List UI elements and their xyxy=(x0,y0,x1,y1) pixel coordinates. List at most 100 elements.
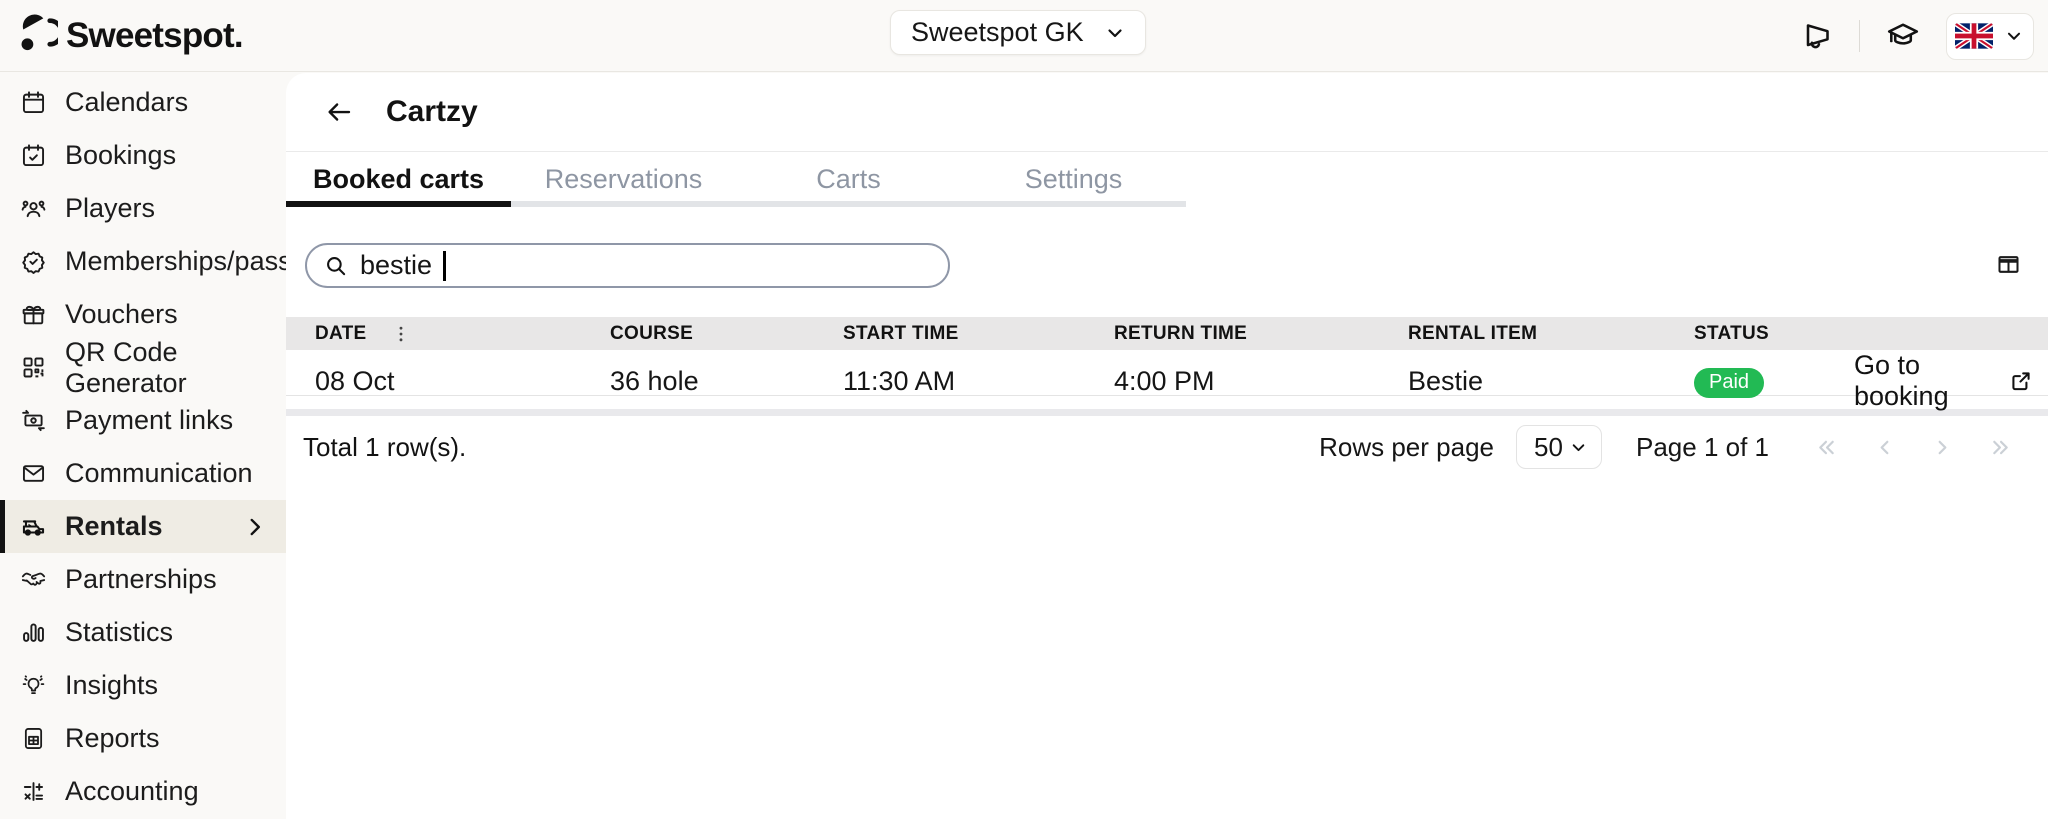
total-rows-text: Total 1 row(s). xyxy=(303,432,466,463)
chevrons-left-icon xyxy=(1813,434,1840,461)
tab-carts[interactable]: Carts xyxy=(736,152,961,207)
badge-check-icon xyxy=(20,248,47,275)
sidebar-item-label: Bookings xyxy=(65,140,176,171)
sidebar-item-vouchers[interactable]: Vouchers xyxy=(0,288,286,341)
first-page-button[interactable] xyxy=(1813,434,1840,461)
view-columns-button[interactable] xyxy=(1995,251,2022,278)
last-page-button[interactable] xyxy=(1987,434,2014,461)
bar-chart-icon xyxy=(20,619,47,646)
column-header-start-time: START TIME xyxy=(843,323,1114,345)
cell-date: 08 Oct xyxy=(286,366,610,397)
search-icon xyxy=(323,253,349,279)
chevrons-right-icon xyxy=(1987,434,2014,461)
tab-settings[interactable]: Settings xyxy=(961,152,1186,207)
page-info-text: Page 1 of 1 xyxy=(1636,432,1769,463)
sidebar-item-rentals[interactable]: Rentals xyxy=(0,500,286,553)
sidebar: Calendars Bookings Players Memberships/p… xyxy=(0,73,286,819)
rows-per-page-label: Rows per page xyxy=(1319,432,1494,463)
text-cursor xyxy=(443,251,446,281)
sidebar-item-label: Partnerships xyxy=(65,564,217,595)
sweetspot-logo[interactable]: Sweetspot. xyxy=(18,13,243,59)
sidebar-item-insights[interactable]: Insights xyxy=(0,659,286,712)
sidebar-item-reports[interactable]: Reports xyxy=(0,712,286,765)
sidebar-item-players[interactable]: Players xyxy=(0,182,286,235)
math-ops-icon xyxy=(20,778,47,805)
academy-cap-icon xyxy=(1884,18,1922,54)
search-row: bestie xyxy=(286,207,2048,317)
sidebar-item-label: QR Code Generator xyxy=(65,337,268,399)
envelope-icon xyxy=(20,460,47,487)
sidebar-item-label: Calendars xyxy=(65,87,188,118)
sidebar-item-label: Insights xyxy=(65,670,158,701)
sidebar-item-payment-links[interactable]: Payment links xyxy=(0,394,286,447)
table-row[interactable]: 08 Oct 36 hole 11:30 AM 4:00 PM Bestie P… xyxy=(286,350,2048,396)
announcements-button[interactable] xyxy=(1799,18,1835,54)
tab-bar: Booked carts Reservations Carts Settings xyxy=(286,152,2048,207)
sidebar-item-label: Players xyxy=(65,193,155,224)
chevron-left-icon xyxy=(1871,434,1898,461)
table-footer: Total 1 row(s). Rows per page 50 Page 1 … xyxy=(286,418,2048,476)
logo-text: Sweetspot. xyxy=(66,16,243,56)
column-header-return-time: RETURN TIME xyxy=(1114,323,1408,345)
sidebar-item-bookings[interactable]: Bookings xyxy=(0,129,286,182)
report-doc-icon xyxy=(20,725,47,752)
sidebar-item-label: Memberships/passes xyxy=(65,246,320,277)
status-badge-paid: Paid xyxy=(1694,368,1764,398)
vertical-dots-icon xyxy=(391,324,411,344)
page-header: Cartzy xyxy=(286,73,2048,152)
header-divider xyxy=(1859,20,1860,52)
sidebar-item-calendars[interactable]: Calendars xyxy=(0,76,286,129)
previous-page-button[interactable] xyxy=(1871,434,1898,461)
next-page-button[interactable] xyxy=(1929,434,1956,461)
chevron-down-icon xyxy=(1568,437,1589,458)
tab-reservations[interactable]: Reservations xyxy=(511,152,736,207)
cell-return-time: 4:00 PM xyxy=(1114,366,1408,397)
rows-per-page-value: 50 xyxy=(1534,432,1563,463)
booked-carts-table: DATE COURSE START TIME RETURN TIME RENTA… xyxy=(286,317,2048,416)
chevron-right-icon xyxy=(1929,434,1956,461)
search-value: bestie xyxy=(360,250,432,281)
qr-code-icon xyxy=(20,354,47,381)
megaphone-icon xyxy=(1799,18,1835,54)
sidebar-item-label: Accounting xyxy=(65,776,199,807)
table-header-row: DATE COURSE START TIME RETURN TIME RENTA… xyxy=(286,317,2048,350)
column-header-course: COURSE xyxy=(610,323,843,345)
sidebar-item-partnerships[interactable]: Partnerships xyxy=(0,553,286,606)
chevron-down-icon xyxy=(2003,25,2025,47)
calendar-check-icon xyxy=(20,142,47,169)
language-selector[interactable] xyxy=(1946,13,2034,60)
column-menu-button[interactable] xyxy=(391,324,411,344)
academy-button[interactable] xyxy=(1884,18,1922,54)
tab-booked-carts[interactable]: Booked carts xyxy=(286,152,511,207)
sidebar-item-label: Payment links xyxy=(65,405,233,436)
app-header: Sweetspot. Sweetspot GK xyxy=(0,0,2048,72)
club-selector-value: Sweetspot GK xyxy=(911,17,1084,48)
sweetspot-mark-icon xyxy=(18,13,58,59)
sidebar-item-communication[interactable]: Communication xyxy=(0,447,286,500)
column-header-date: DATE xyxy=(286,323,610,345)
lightbulb-icon xyxy=(20,672,47,699)
cell-actions: Go to booking xyxy=(1854,350,2048,412)
sidebar-item-accounting[interactable]: Accounting xyxy=(0,765,286,818)
uk-flag-icon xyxy=(1955,23,1993,49)
page-title: Cartzy xyxy=(386,95,478,129)
rows-per-page-select[interactable]: 50 xyxy=(1516,425,1602,469)
golf-cart-icon xyxy=(20,513,47,540)
back-button[interactable] xyxy=(320,93,358,131)
pagination-controls: Rows per page 50 Page 1 of 1 xyxy=(1319,425,2014,469)
columns-icon xyxy=(1995,251,2022,278)
sidebar-item-qr-code-generator[interactable]: QR Code Generator xyxy=(0,341,286,394)
calendar-icon xyxy=(20,89,47,116)
table-bottom-strip xyxy=(286,409,2048,416)
search-input[interactable]: bestie xyxy=(305,243,950,288)
header-actions xyxy=(1799,0,2034,72)
sidebar-item-memberships[interactable]: Memberships/passes xyxy=(0,235,286,288)
club-selector-dropdown[interactable]: Sweetspot GK xyxy=(890,10,1146,55)
sidebar-item-label: Communication xyxy=(65,458,253,489)
handshake-icon xyxy=(20,566,47,593)
sidebar-item-label: Statistics xyxy=(65,617,173,648)
banknote-icon xyxy=(20,407,47,434)
go-to-booking-link[interactable]: Go to booking xyxy=(1854,350,2034,412)
main-content: Cartzy Booked carts Reservations Carts S… xyxy=(286,73,2048,819)
sidebar-item-statistics[interactable]: Statistics xyxy=(0,606,286,659)
